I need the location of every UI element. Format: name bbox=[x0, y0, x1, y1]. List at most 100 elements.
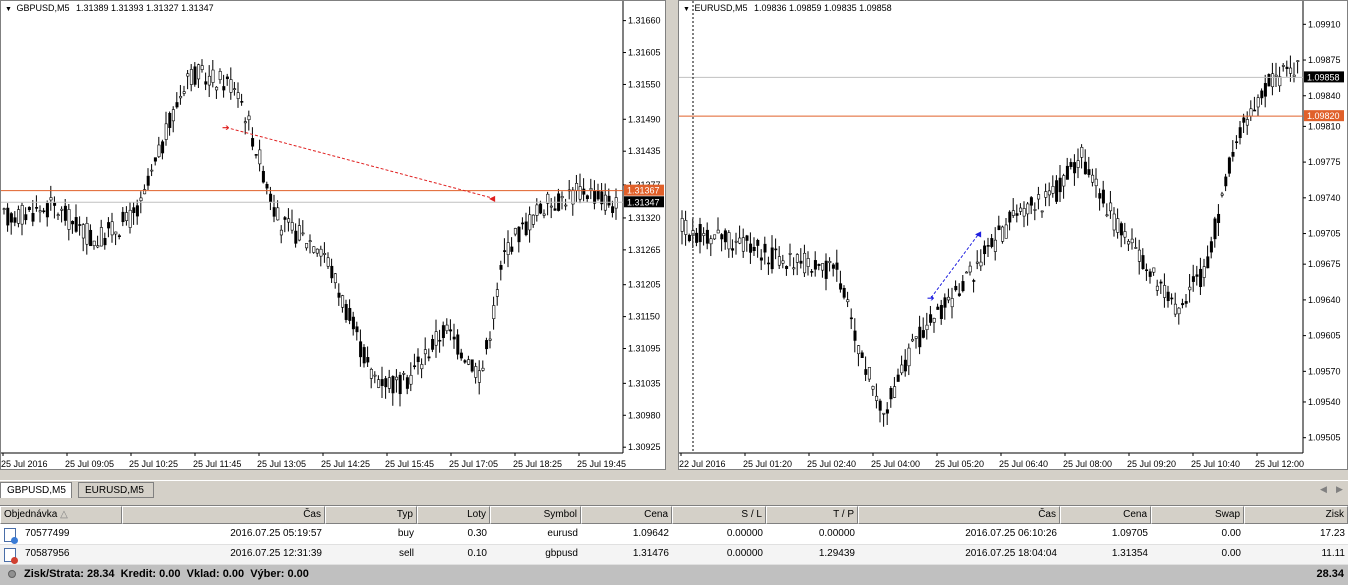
candle-body bbox=[297, 225, 301, 241]
gbpusd-chart-title: ▼ GBPUSD,M5 1.31389 1.31393 1.31327 1.31… bbox=[5, 3, 214, 13]
time-tick-label: 25 Jul 12:00 bbox=[1255, 459, 1304, 469]
candle-body bbox=[225, 76, 229, 80]
col-header-lots[interactable]: Loty bbox=[417, 506, 490, 524]
col-header-sl[interactable]: S / L bbox=[672, 506, 766, 524]
candle-body bbox=[593, 190, 597, 204]
time-tick-label: 25 Jul 14:25 bbox=[321, 459, 370, 469]
eurusd-chart[interactable]: 1.09910 1.09875 1.09840 1.09810 1.09775 1.097… bbox=[678, 0, 1348, 470]
candle-body bbox=[243, 121, 247, 124]
candle-body bbox=[925, 324, 929, 330]
candle-body bbox=[903, 359, 907, 372]
candle-body bbox=[1123, 231, 1127, 238]
time-tick-label: 25 Jul 10:25 bbox=[129, 459, 178, 469]
swap: 0.00 bbox=[1221, 528, 1241, 539]
candle-body bbox=[1076, 160, 1080, 168]
candle-body bbox=[96, 245, 100, 248]
candle-body bbox=[806, 258, 810, 267]
candle-body bbox=[387, 377, 391, 389]
time-tick-label: 25 Jul 19:45 bbox=[577, 459, 626, 469]
candle-body bbox=[420, 364, 424, 370]
tab-gbpusd[interactable]: GBPUSD,M5 bbox=[0, 482, 72, 498]
candle-body bbox=[398, 374, 402, 395]
candle-body bbox=[333, 273, 337, 284]
candle-body bbox=[24, 214, 28, 221]
candle-body bbox=[427, 356, 431, 359]
candle-body bbox=[907, 347, 911, 367]
candle-body bbox=[795, 254, 799, 263]
candle-body bbox=[1296, 60, 1300, 62]
price-tick-label: 1.09570 bbox=[1308, 366, 1341, 376]
candle-body bbox=[150, 169, 154, 172]
candle-body bbox=[1267, 74, 1271, 87]
col-header-open-price[interactable]: Cena bbox=[581, 506, 672, 524]
chart-dropdown-icon[interactable]: ▼ bbox=[5, 6, 12, 13]
candle-body bbox=[1181, 303, 1185, 306]
price-tick-label: 1.09605 bbox=[1308, 331, 1341, 341]
candle-body bbox=[585, 195, 589, 199]
candle-body bbox=[517, 226, 521, 243]
candle-body bbox=[409, 374, 413, 385]
candle-body bbox=[1224, 176, 1228, 187]
candle-body bbox=[438, 339, 442, 342]
close-time: 2016.07.25 06:10:26 bbox=[965, 528, 1057, 539]
candle-body bbox=[1195, 274, 1199, 277]
time-tick-label: 25 Jul 10:40 bbox=[1191, 459, 1240, 469]
tab-scroll-right-icon[interactable]: ▶ bbox=[1336, 484, 1343, 495]
candle-body bbox=[315, 248, 319, 254]
col-header-close-price[interactable]: Cena bbox=[1060, 506, 1151, 524]
candle-body bbox=[513, 228, 517, 235]
candle-body bbox=[932, 318, 936, 323]
chart-dropdown-icon[interactable]: ▼ bbox=[683, 6, 690, 13]
candle-body bbox=[810, 271, 814, 273]
col-header-swap[interactable]: Swap bbox=[1151, 506, 1244, 524]
price-tick-label: 1.31435 bbox=[628, 146, 661, 156]
candle-body bbox=[326, 257, 330, 267]
col-header-order[interactable]: Objednávka △ bbox=[0, 506, 122, 524]
candle-body bbox=[983, 245, 987, 255]
candle-body bbox=[1015, 213, 1019, 216]
table-row[interactable]: 70587956 2016.07.25 12:31:39 sell 0.10 g… bbox=[0, 545, 1348, 565]
candle-body bbox=[1199, 268, 1203, 288]
tab-eurusd[interactable]: EURUSD,M5 bbox=[78, 482, 154, 498]
candle-body bbox=[161, 141, 165, 154]
candle-body bbox=[128, 209, 132, 228]
candle-body bbox=[305, 243, 309, 249]
price-tick-label: 1.09675 bbox=[1308, 259, 1341, 269]
col-header-profit[interactable]: Zisk bbox=[1244, 506, 1348, 524]
bid-price-marker-label: 1.09858 bbox=[1307, 72, 1340, 82]
close-price: 1.09705 bbox=[1111, 528, 1148, 539]
gbpusd-chart-canvas[interactable]: 1.31660 1.31605 1.31550 1.31490 1.31435 1.313… bbox=[1, 1, 666, 470]
candle-body bbox=[85, 223, 89, 245]
candle-body bbox=[56, 214, 60, 217]
table-row[interactable]: 70577499 2016.07.25 05:19:57 buy 0.30 eu… bbox=[0, 525, 1348, 545]
candle-body bbox=[503, 250, 507, 252]
price-tick-label: 1.31320 bbox=[628, 213, 661, 223]
price-tick-label: 1.31205 bbox=[628, 280, 661, 290]
order-id: 70587956 bbox=[25, 548, 70, 559]
col-header-close-time[interactable]: Čas bbox=[858, 506, 1060, 524]
gbpusd-chart[interactable]: 1.31660 1.31605 1.31550 1.31490 1.31435 1.313… bbox=[0, 0, 666, 470]
candle-body bbox=[1285, 66, 1289, 69]
candle-body bbox=[247, 115, 251, 121]
candle-body bbox=[846, 299, 850, 303]
candle-body bbox=[186, 73, 190, 77]
price-tick-label: 1.31095 bbox=[628, 344, 661, 354]
candle-body bbox=[312, 246, 316, 253]
col-header-tp[interactable]: T / P bbox=[766, 506, 858, 524]
candle-body bbox=[695, 232, 699, 243]
col-header-open-time[interactable]: Čas bbox=[122, 506, 325, 524]
col-header-symbol[interactable]: Symbol bbox=[490, 506, 581, 524]
candle-body bbox=[488, 338, 492, 341]
candle-body bbox=[531, 214, 535, 225]
tab-scroll-left-icon[interactable]: ◀ bbox=[1320, 484, 1327, 495]
candle-body bbox=[89, 229, 93, 247]
col-header-type[interactable]: Typ bbox=[325, 506, 417, 524]
candle-body bbox=[1069, 162, 1073, 167]
candle-body bbox=[835, 262, 839, 270]
eurusd-chart-canvas[interactable]: 1.09910 1.09875 1.09840 1.09810 1.09775 1.097… bbox=[679, 1, 1348, 470]
candle-body bbox=[680, 218, 684, 232]
candle-body bbox=[1256, 97, 1260, 108]
candle-body bbox=[1109, 202, 1113, 212]
candle-body bbox=[1217, 213, 1221, 223]
candle-body bbox=[1191, 276, 1195, 282]
